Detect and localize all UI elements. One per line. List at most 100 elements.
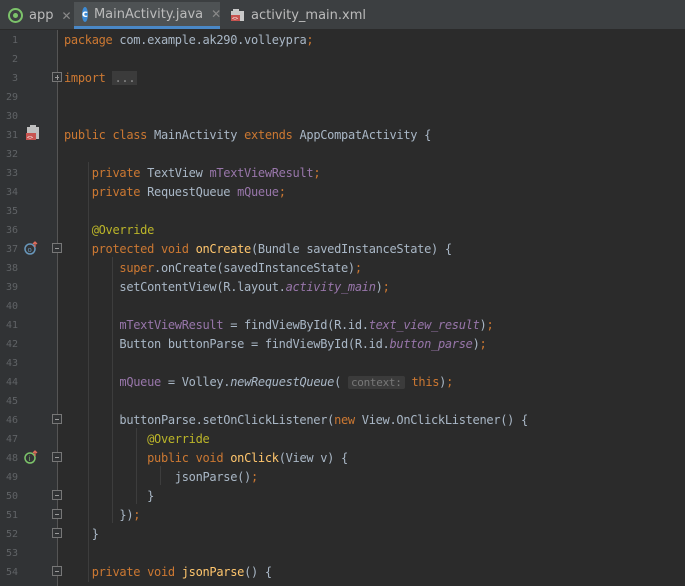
code-line[interactable]: 48 public void onClick(View v) { [0,449,685,468]
code-line[interactable]: 53 [0,544,685,563]
code-token: this [404,375,440,389]
code-line[interactable]: 54 private void jsonParse() { [0,563,685,582]
code-token: onClick [230,451,279,465]
code-token: ; [133,508,141,522]
code-line[interactable]: 49 jsonParse(); [0,468,685,487]
line-number: 31 [5,130,18,141]
folded-imports[interactable]: ... [112,71,138,85]
code-token: setContentView(R.layout. [64,280,286,294]
code-text[interactable]: jsonParse(); [64,468,258,487]
code-token: public class [64,128,155,142]
code-line[interactable]: 39 setContentView(R.layout.activity_main… [0,278,685,297]
svg-text:<>: <> [27,135,33,141]
line-number: 2 [11,54,18,65]
fold-collapse-icon[interactable] [52,414,62,424]
code-token: ; [250,470,258,484]
code-line[interactable]: 47 @Override [0,430,685,449]
fold-collapse-icon[interactable] [52,490,62,500]
code-token: TextView [147,166,210,180]
code-line[interactable]: 2 [0,50,685,69]
code-line[interactable]: 40 [0,297,685,316]
line-number: 35 [5,206,18,217]
code-line[interactable]: 33 private TextView mTextViewResult; [0,164,685,183]
close-icon[interactable]: ✕ [61,9,71,23]
close-icon[interactable]: ✕ [211,7,221,21]
code-line[interactable]: 41 mTextViewResult = findViewById(R.id.t… [0,316,685,335]
code-line[interactable]: 45 [0,392,685,411]
tab-activity-main-xml[interactable]: <> activity_main.xml [222,3,368,28]
code-token: ; [479,337,487,351]
fold-expand-icon[interactable] [52,72,62,82]
code-text[interactable]: setContentView(R.layout.activity_main); [64,278,390,297]
code-line[interactable]: 35 [0,202,685,221]
tab-app[interactable]: app ✕ [0,3,72,28]
code-token: super [119,261,155,275]
fold-collapse-icon[interactable] [52,566,62,576]
code-line[interactable]: 38 super.onCreate(savedInstanceState); [0,259,685,278]
override-method-icon[interactable]: o [24,240,38,259]
line-number: 46 [5,415,18,426]
code-token: ; [382,280,390,294]
code-line[interactable]: 46 buttonParse.setOnClickListener(new Vi… [0,411,685,430]
code-text[interactable]: } [64,487,154,506]
code-text[interactable]: private void jsonParse() { [64,563,272,582]
code-text[interactable]: mTextViewResult = findViewById(R.id.text… [64,316,493,335]
line-number: 45 [5,396,18,407]
code-token: } [64,527,99,541]
code-line[interactable]: 29 [0,88,685,107]
code-line[interactable]: 34 private RequestQueue mQueue; [0,183,685,202]
tab-main-activity[interactable]: c MainActivity.java ✕ [74,2,221,29]
line-number: 1 [11,35,18,46]
fold-collapse-icon[interactable] [52,509,62,519]
code-token: mTextViewResult [209,166,314,180]
code-text[interactable]: @Override [64,430,210,449]
code-text[interactable]: Button buttonParse = findViewById(R.id.b… [64,335,486,354]
code-text[interactable]: package com.example.ak290.volleypra; [64,31,314,50]
code-text[interactable]: public void onClick(View v) { [64,449,348,468]
code-text[interactable]: @Override [64,221,155,240]
code-line[interactable]: 1 package com.example.ak290.volleypra; [0,31,685,50]
code-text[interactable]: super.onCreate(savedInstanceState); [64,259,362,278]
code-text[interactable]: import ... [64,69,138,88]
code-text[interactable]: } [64,525,99,544]
code-line[interactable]: 36 @Override [0,221,685,240]
tab-label: MainActivity.java [93,6,204,22]
code-token: protected void [91,242,196,256]
implement-method-icon[interactable]: i [24,449,38,468]
code-token: extends [244,128,300,142]
fold-collapse-icon[interactable] [52,243,62,253]
line-number: 40 [5,301,18,312]
svg-text:i: i [29,455,31,463]
code-text[interactable]: private TextView mTextViewResult; [64,164,321,183]
code-token: newRequestQueue [230,375,335,389]
code-text[interactable]: mQueue = Volley.newRequestQueue( context… [64,373,453,392]
code-line[interactable]: 42 Button buttonParse = findViewById(R.i… [0,335,685,354]
code-line[interactable]: 32 [0,145,685,164]
code-text[interactable]: protected void onCreate(Bundle savedInst… [64,240,452,259]
fold-collapse-icon[interactable] [52,528,62,538]
code-line[interactable]: 51 }); [0,506,685,525]
code-line[interactable]: 43 [0,354,685,373]
line-number: 37 [5,244,18,255]
code-text[interactable]: private RequestQueue mQueue; [64,183,286,202]
code-token: (Bundle savedInstanceState) { [250,242,452,256]
code-text[interactable]: buttonParse.setOnClickListener(new View.… [64,411,528,430]
code-line[interactable]: 44 mQueue = Volley.newRequestQueue( cont… [0,373,685,392]
line-number: 30 [5,111,18,122]
code-line[interactable]: 37 protected void onCreate(Bundle savedI… [0,240,685,259]
activity-layout-icon[interactable]: <> [25,125,41,145]
code-line[interactable]: 30 [0,107,685,126]
code-token: ; [313,166,321,180]
code-line[interactable]: 52 } [0,525,685,544]
code-line[interactable]: 50 } [0,487,685,506]
fold-collapse-icon[interactable] [52,452,62,462]
code-line[interactable]: 3 import ... [0,69,685,88]
line-number: 49 [5,472,18,483]
code-text[interactable]: }); [64,506,140,525]
code-text[interactable]: public class MainActivity extends AppCom… [64,126,431,145]
code-line[interactable]: 31 public class MainActivity extends AppC… [0,126,685,145]
